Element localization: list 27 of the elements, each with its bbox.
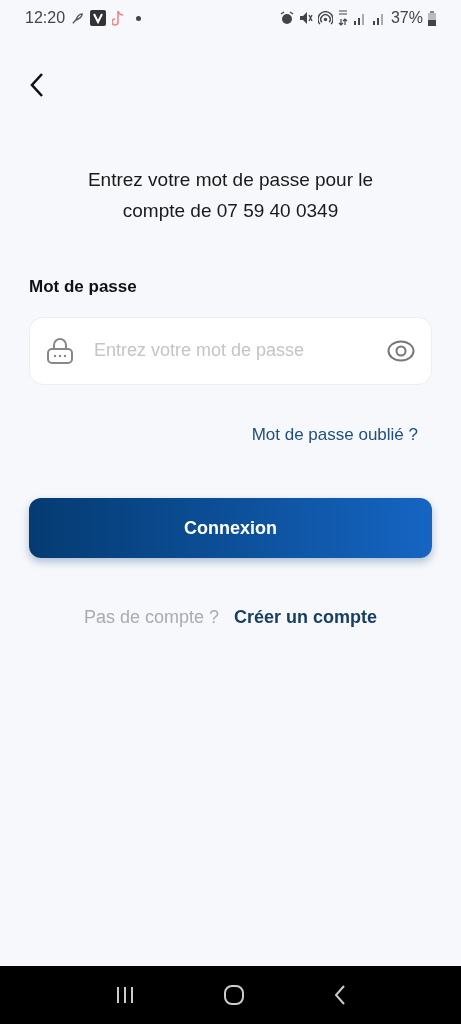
- lock-icon: [46, 336, 74, 365]
- login-button[interactable]: Connexion: [29, 498, 432, 558]
- mute-icon: [298, 11, 313, 25]
- instruction-text: Entrez votre mot de passe pour le compte de 07 59 40 0349: [86, 168, 375, 223]
- no-account-text: Pas de compte ?: [83, 606, 219, 629]
- music-note-icon: [112, 10, 125, 26]
- alarm-icon: [279, 11, 294, 25]
- signal-icon: [352, 11, 367, 25]
- status-time: 12:20: [25, 8, 66, 28]
- eye-icon[interactable]: [387, 339, 415, 362]
- recent-apps-icon[interactable]: [114, 986, 135, 1004]
- back-button[interactable]: [29, 72, 45, 98]
- create-account-link[interactable]: Créer un compte: [234, 604, 378, 631]
- app-icon: [90, 10, 107, 26]
- data-icon: [337, 10, 348, 26]
- password-field[interactable]: Entrez votre mot de passe: [29, 316, 432, 385]
- forgot-password-link[interactable]: Mot de passe oublié ?: [251, 421, 418, 447]
- battery-percentage: 37%: [390, 8, 423, 28]
- back-nav-icon[interactable]: [334, 985, 347, 1005]
- battery-icon: [428, 10, 436, 26]
- dot-icon: [136, 15, 142, 21]
- field-label: Mot de passe: [29, 276, 138, 298]
- hotspot-icon: [317, 10, 333, 26]
- back-icon: [29, 72, 45, 98]
- signal-icon: [371, 11, 386, 25]
- password-input[interactable]: Entrez votre mot de passe: [94, 337, 367, 364]
- home-icon[interactable]: [224, 985, 245, 1005]
